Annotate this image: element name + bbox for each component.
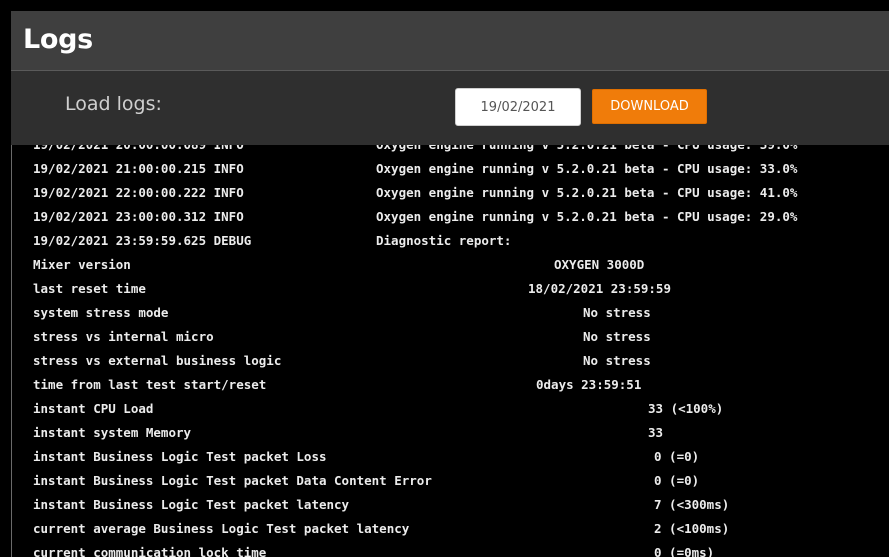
report-key: system stress mode bbox=[33, 305, 169, 320]
download-button[interactable]: DOWNLOAD bbox=[592, 89, 707, 124]
report-value: 0 (=0) bbox=[654, 449, 700, 464]
report-row: Mixer version OXYGEN 3000D bbox=[33, 253, 889, 277]
report-row: time from last test start/reset 0days 23… bbox=[33, 373, 889, 397]
report-value: No stress bbox=[583, 329, 651, 344]
report-row: current average Business Logic Test pack… bbox=[33, 517, 889, 541]
report-key: instant Business Logic Test packet Data … bbox=[33, 473, 432, 488]
log-timestamp: 19/02/2021 23:00:00.312 INFO bbox=[33, 209, 244, 224]
log-message: Oxygen engine running v 5.2.0.21 beta - … bbox=[376, 185, 798, 200]
report-value: No stress bbox=[583, 305, 651, 320]
report-row: system stress mode No stress bbox=[33, 301, 889, 325]
report-value: 33 bbox=[648, 425, 664, 440]
log-line: 19/02/2021 22:00:00.222 INFO Oxygen engi… bbox=[33, 181, 889, 205]
log-timestamp: 19/02/2021 21:00:00.215 INFO bbox=[33, 161, 244, 176]
log-message: Diagnostic report: bbox=[376, 233, 512, 248]
report-key: current average Business Logic Test pack… bbox=[33, 521, 410, 536]
log-message: Oxygen engine running v 5.2.0.21 beta - … bbox=[376, 145, 797, 157]
log-timestamp: 19/02/2021 20:00:00.089 INFO bbox=[33, 145, 244, 157]
load-logs-toolbar: Load logs: DOWNLOAD bbox=[11, 71, 889, 145]
report-key: stress vs internal micro bbox=[33, 329, 214, 344]
log-line: 19/02/2021 23:59:59.625 DEBUG Diagnostic… bbox=[33, 229, 889, 253]
log-message: Oxygen engine running v 5.2.0.21 beta - … bbox=[376, 209, 798, 224]
report-value: 2 (<100ms) bbox=[654, 521, 730, 536]
report-row: stress vs external business logic No str… bbox=[33, 349, 889, 373]
log-timestamp: 19/02/2021 22:00:00.222 INFO bbox=[33, 185, 244, 200]
report-key: instant Business Logic Test packet Loss bbox=[33, 449, 327, 464]
report-row: current communication lock time 0 (=0ms) bbox=[33, 541, 889, 557]
load-logs-label: Load logs: bbox=[65, 93, 162, 115]
report-row: instant Business Logic Test packet Loss … bbox=[33, 445, 889, 469]
report-value: 33 (<100%) bbox=[648, 401, 724, 416]
page-title: Logs bbox=[23, 24, 93, 55]
report-value: 0 (=0) bbox=[654, 473, 700, 488]
log-output-panel[interactable]: 19/02/2021 20:00:00.089 INFO Oxygen engi… bbox=[11, 145, 889, 557]
report-value: 0 (=0ms) bbox=[654, 545, 715, 557]
logs-header: Logs bbox=[11, 11, 889, 71]
log-line: 19/02/2021 21:00:00.215 INFO Oxygen engi… bbox=[33, 157, 889, 181]
report-key: stress vs external business logic bbox=[33, 353, 282, 368]
log-timestamp: 19/02/2021 23:59:59.625 DEBUG bbox=[33, 233, 252, 248]
log-content: 19/02/2021 20:00:00.089 INFO Oxygen engi… bbox=[33, 145, 889, 557]
report-value: 7 (<300ms) bbox=[654, 497, 730, 512]
report-row: instant Business Logic Test packet laten… bbox=[33, 493, 889, 517]
report-value: 0days 23:59:51 bbox=[536, 377, 642, 392]
report-value: OXYGEN 3000D bbox=[554, 257, 645, 272]
log-message: Oxygen engine running v 5.2.0.21 beta - … bbox=[376, 161, 798, 176]
report-row: stress vs internal micro No stress bbox=[33, 325, 889, 349]
log-line: 19/02/2021 23:00:00.312 INFO Oxygen engi… bbox=[33, 205, 889, 229]
report-key: time from last test start/reset bbox=[33, 377, 267, 392]
report-row: instant CPU Load 33 (<100%) bbox=[33, 397, 889, 421]
report-key: last reset time bbox=[33, 281, 146, 296]
report-value: 18/02/2021 23:59:59 bbox=[528, 281, 671, 296]
report-key: Mixer version bbox=[33, 257, 131, 272]
report-row: instant Business Logic Test packet Data … bbox=[33, 469, 889, 493]
log-line: 19/02/2021 20:00:00.089 INFO Oxygen engi… bbox=[33, 145, 889, 157]
report-row: last reset time 18/02/2021 23:59:59 bbox=[33, 277, 889, 301]
report-key: instant CPU Load bbox=[33, 401, 154, 416]
date-input[interactable] bbox=[455, 88, 581, 126]
report-value: No stress bbox=[583, 353, 651, 368]
report-key: instant system Memory bbox=[33, 425, 192, 440]
report-row: instant system Memory 33 bbox=[33, 421, 889, 445]
report-key: current communication lock time bbox=[33, 545, 267, 557]
report-key: instant Business Logic Test packet laten… bbox=[33, 497, 350, 512]
